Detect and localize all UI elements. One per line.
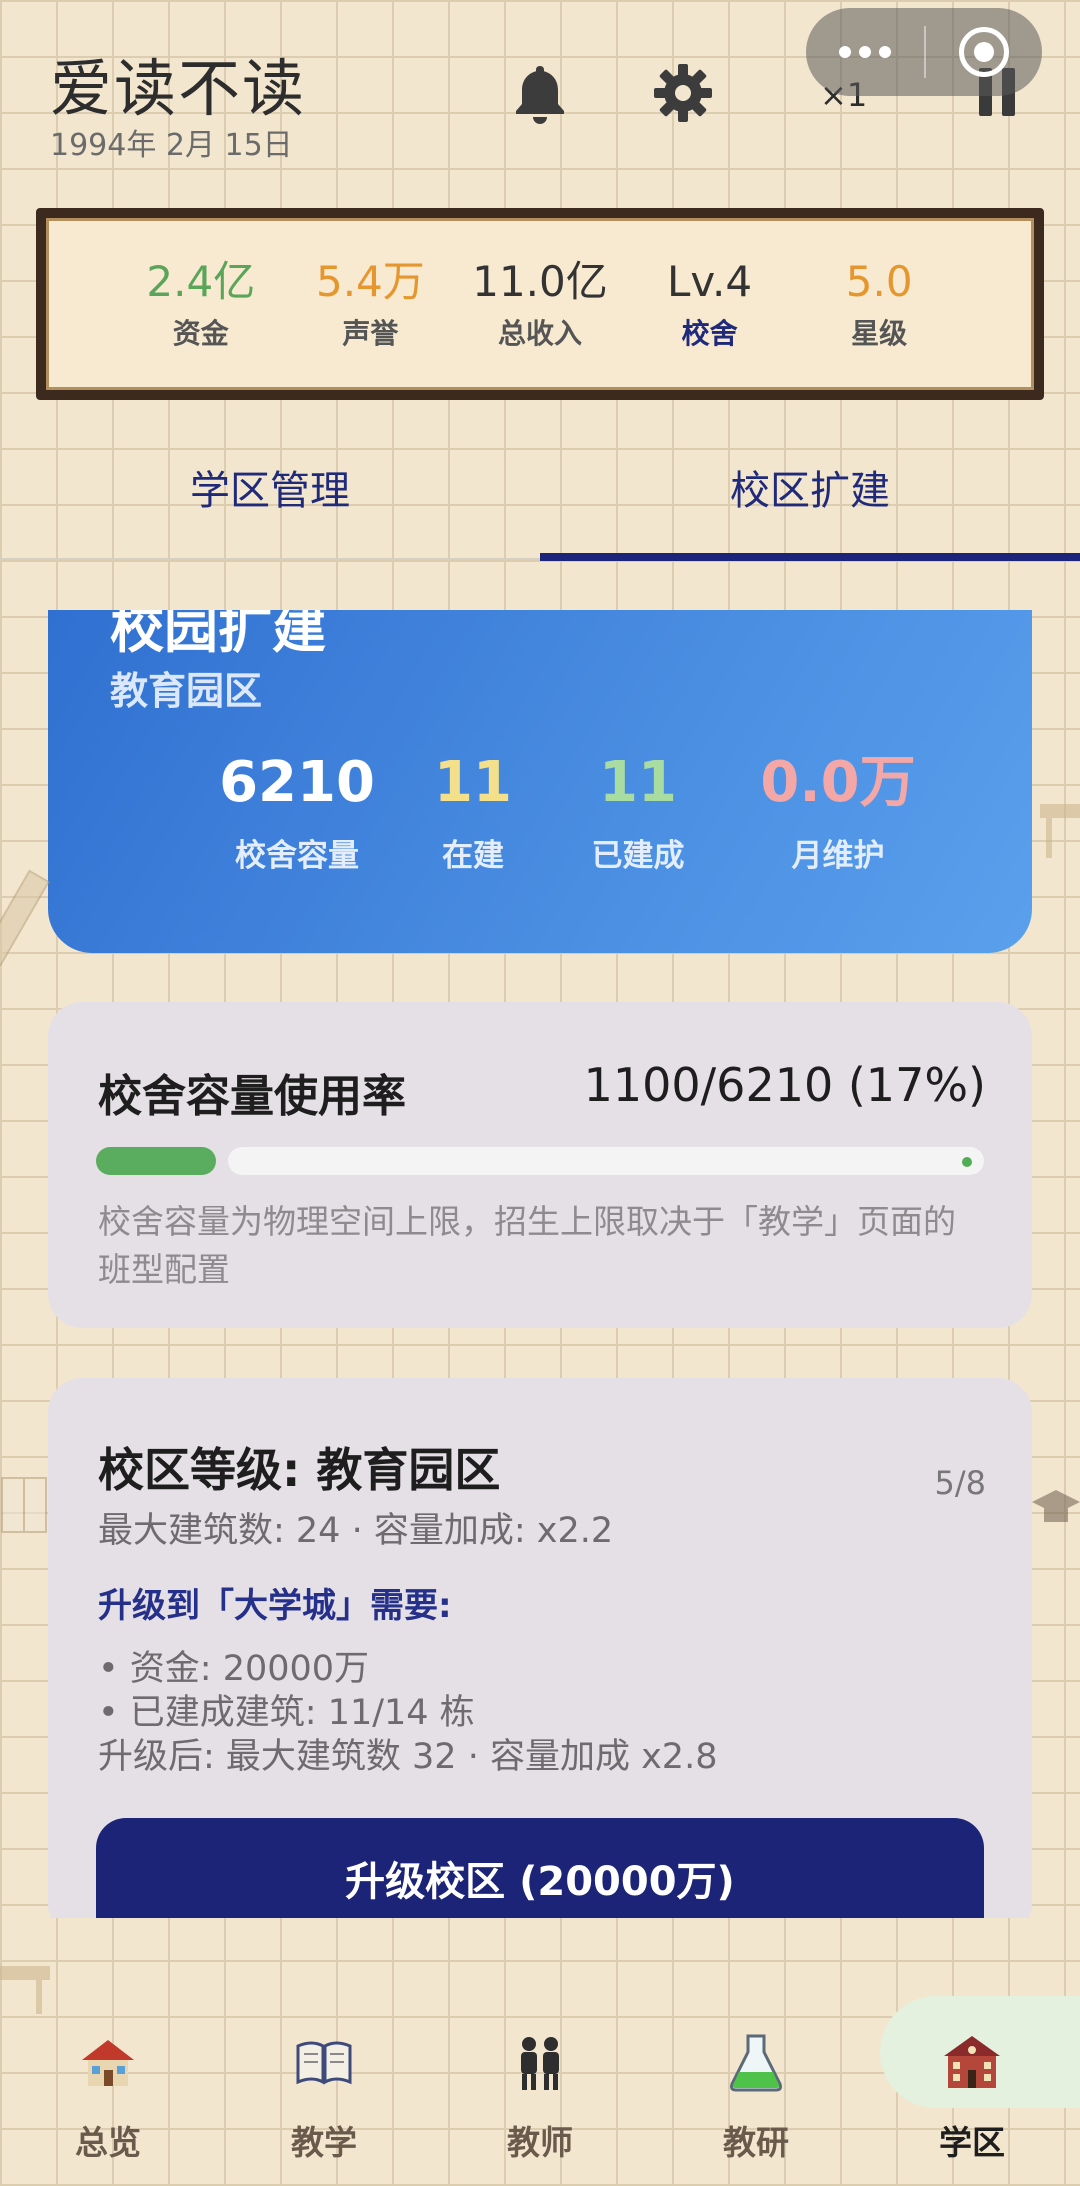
nav-label: 学区 — [939, 2123, 1005, 2162]
flask-icon — [730, 2034, 782, 2092]
nav-teachers[interactable]: 教师 — [432, 1990, 648, 2186]
usage-progress-fill — [96, 1147, 216, 1175]
gear-icon[interactable] — [648, 58, 718, 128]
nav-label: 教师 — [507, 2123, 573, 2162]
school-house-icon — [82, 2040, 134, 2086]
level-title: 校区等级: 教育园区 — [98, 1443, 501, 1497]
book-doodle — [1, 1477, 47, 1533]
stat-value: 5.0 — [845, 257, 913, 306]
tab-campus-expansion[interactable]: 校区扩建 — [540, 458, 1080, 516]
upgrade-result: 升级后: 最大建筑数 32 · 容量加成 x2.8 — [98, 1737, 718, 1777]
close-target-icon[interactable] — [926, 27, 1042, 77]
stat-value: Lv.4 — [667, 257, 753, 306]
campus-stat-capacity: 6210 校舍容量 — [182, 748, 412, 875]
stat-reputation: 5.4万 声誉 — [286, 256, 456, 352]
campus-summary-card: 校园扩建 教育园区 6210 校舍容量 11 在建 11 已建成 0.0万 月维… — [48, 610, 1032, 953]
usage-progress-track — [228, 1147, 984, 1175]
nav-teaching[interactable]: 教学 — [216, 1990, 432, 2186]
campus-stat-label: 在建 — [442, 838, 504, 874]
usage-title: 校舍容量使用率 — [98, 1071, 406, 1122]
stat-value: 2.4亿 — [146, 257, 256, 306]
mini-program-capsule[interactable] — [806, 8, 1042, 96]
nav-label: 教研 — [723, 2123, 789, 2162]
stat-building-level: Lv.4 校舍 — [625, 256, 795, 352]
capacity-usage-card: 校舍容量使用率 1100/6210 (17%) 校舍容量为物理空间上限，招生上限… — [48, 1002, 1032, 1328]
campus-level-card: 校区等级: 教育园区 5/8 最大建筑数: 24 · 容量加成: x2.2 升级… — [48, 1378, 1032, 1918]
campus-stat-label: 已建成 — [591, 838, 685, 874]
desk-doodle — [1040, 804, 1080, 858]
more-icon[interactable] — [806, 46, 924, 58]
stat-star-rating: 5.0 星级 — [794, 256, 964, 352]
campus-stat-label: 校舍容量 — [235, 838, 359, 874]
upgrade-heading: 升级到「大学城」需要: — [98, 1586, 452, 1626]
app-title: 爱读不读 — [50, 52, 307, 125]
bottom-navigation: 总览 教学 教师 教研 学区 — [0, 1990, 1080, 2186]
open-book-icon — [296, 2041, 352, 2085]
graduation-cap-doodle — [1032, 1490, 1080, 1522]
ruler-doodle — [0, 869, 50, 967]
campus-stat-label: 月维护 — [791, 838, 885, 874]
campus-stat-value: 0.0万 — [760, 750, 916, 815]
game-date: 1994年 2月 15日 — [50, 128, 293, 163]
campus-stat-maintenance: 0.0万 月维护 — [728, 748, 948, 875]
school-district-icon — [944, 2036, 1000, 2088]
stat-label: 星级 — [851, 317, 908, 350]
level-count: 5/8 — [934, 1464, 987, 1502]
bell-icon[interactable] — [505, 58, 575, 128]
stat-label: 校舍 — [681, 317, 738, 350]
stat-label: 资金 — [172, 317, 229, 350]
nav-research[interactable]: 教研 — [648, 1990, 864, 2186]
campus-stat-built: 11 已建成 — [548, 748, 728, 875]
stat-label: 声誉 — [342, 317, 399, 350]
tab-active-indicator — [540, 553, 1080, 561]
upgrade-campus-button[interactable]: 升级校区 (20000万) — [96, 1818, 984, 1918]
campus-stat-under-construction: 11 在建 — [398, 748, 548, 875]
usage-progress-end-dot — [962, 1157, 972, 1167]
stat-label: 总收入 — [497, 317, 582, 350]
stat-value: 11.0亿 — [472, 257, 608, 306]
stat-value: 5.4万 — [315, 257, 425, 306]
tab-district-management[interactable]: 学区管理 — [0, 458, 540, 516]
campus-subtitle: 教育园区 — [110, 669, 263, 713]
nav-overview[interactable]: 总览 — [0, 1990, 216, 2186]
campus-stat-value: 6210 — [219, 750, 375, 815]
usage-value: 1100/6210 (17%) — [583, 1058, 986, 1112]
level-details: 最大建筑数: 24 · 容量加成: x2.2 — [98, 1511, 614, 1551]
nav-label: 总览 — [75, 2123, 141, 2162]
usage-note: 校舍容量为物理空间上限，招生上限取决于「教学」页面的班型配置 — [98, 1202, 956, 1289]
stats-panel: 2.4亿 资金 5.4万 声誉 11.0亿 总收入 Lv.4 校舍 5.0 星级 — [36, 208, 1044, 400]
nav-district[interactable]: 学区 — [864, 1990, 1080, 2186]
teachers-icon — [521, 2037, 559, 2090]
content-scroll-area[interactable]: 校园扩建 教育园区 6210 校舍容量 11 在建 11 已建成 0.0万 月维… — [0, 610, 1080, 1918]
campus-title: 校园扩建 — [110, 610, 326, 660]
campus-stat-value: 11 — [434, 750, 512, 815]
nav-label: 教学 — [291, 2123, 357, 2162]
stat-total-income: 11.0亿 总收入 — [455, 256, 625, 352]
campus-stat-value: 11 — [599, 750, 677, 815]
stat-funds: 2.4亿 资金 — [116, 256, 286, 352]
